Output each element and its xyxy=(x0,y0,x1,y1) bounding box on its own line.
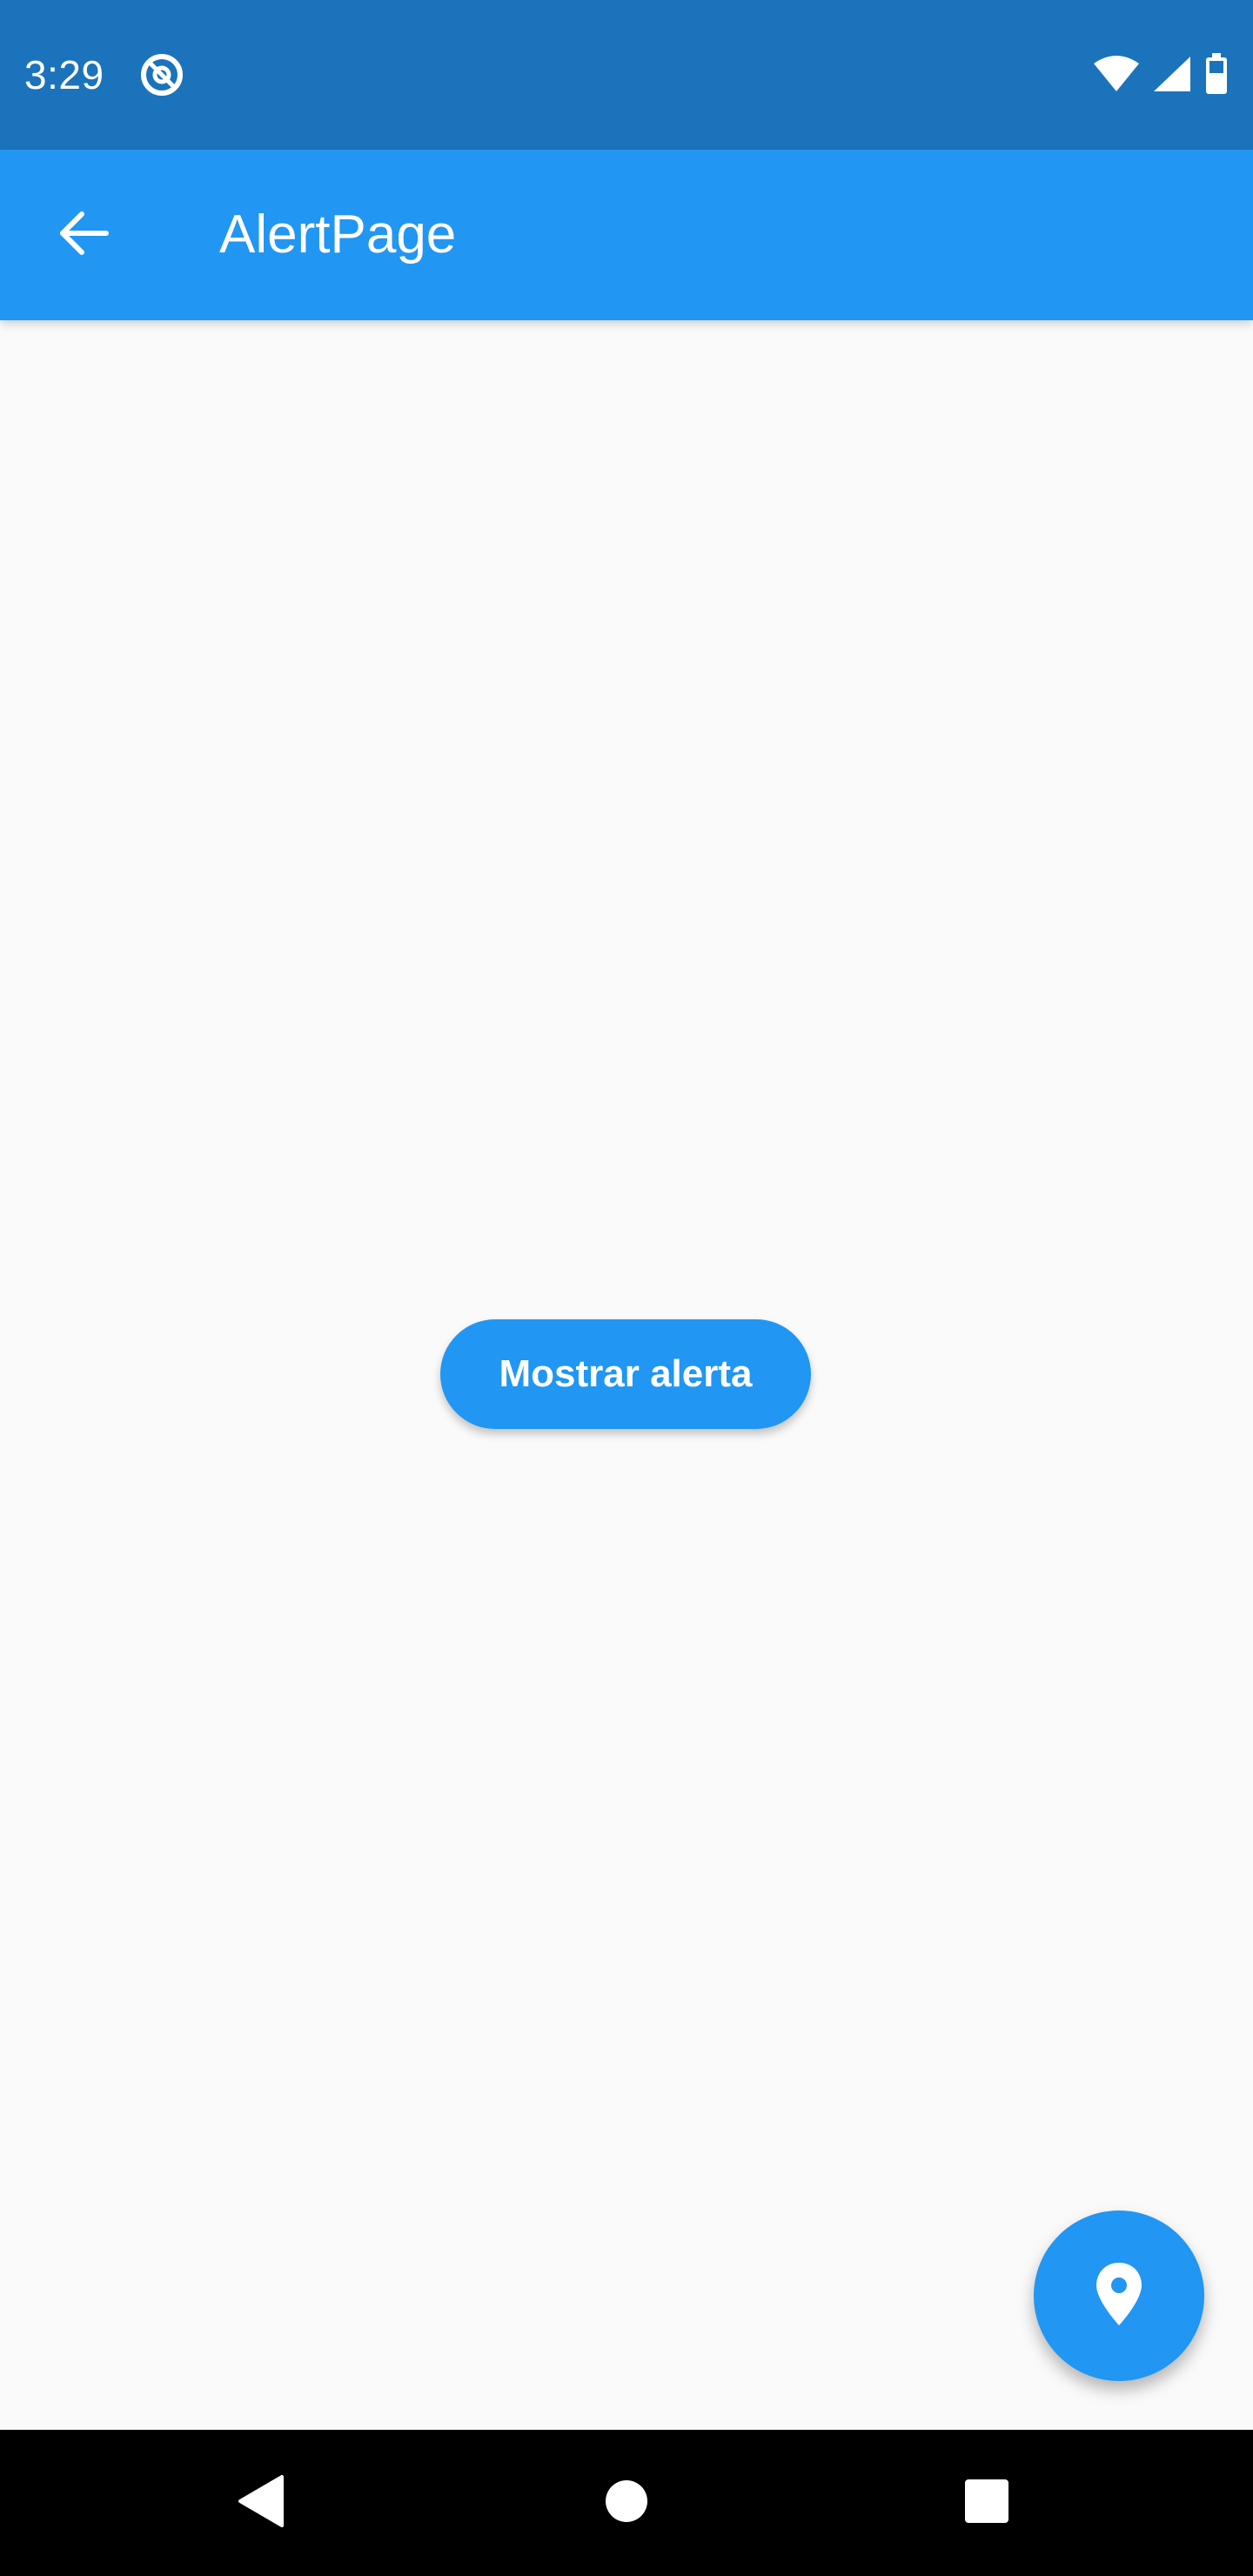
nav-back-button[interactable] xyxy=(218,2459,305,2546)
location-pin-icon xyxy=(1093,2261,1145,2331)
navigation-bar xyxy=(0,2430,1253,2576)
nav-home-button[interactable] xyxy=(583,2459,670,2546)
signal-icon xyxy=(1152,55,1192,97)
wifi-icon xyxy=(1093,55,1140,97)
nav-recents-button[interactable] xyxy=(943,2459,1030,2546)
location-fab[interactable] xyxy=(1034,2210,1204,2381)
status-icons xyxy=(1093,52,1229,99)
at-sign-icon xyxy=(137,50,186,99)
nav-back-icon xyxy=(235,2473,287,2533)
app-bar: AlertPage xyxy=(0,150,1253,320)
back-button[interactable] xyxy=(42,193,125,277)
battery-icon xyxy=(1204,52,1229,99)
show-alert-button[interactable]: Mostrar alerta xyxy=(440,1319,811,1429)
page-title: AlertPage xyxy=(219,205,457,265)
nav-home-icon xyxy=(604,2479,649,2528)
status-bar: 3:29 xyxy=(0,0,1253,150)
nav-recents-icon xyxy=(964,2479,1009,2528)
status-time: 3:29 xyxy=(24,52,104,97)
main-content: Mostrar alerta xyxy=(0,320,1253,2430)
arrow-back-icon xyxy=(56,205,111,265)
